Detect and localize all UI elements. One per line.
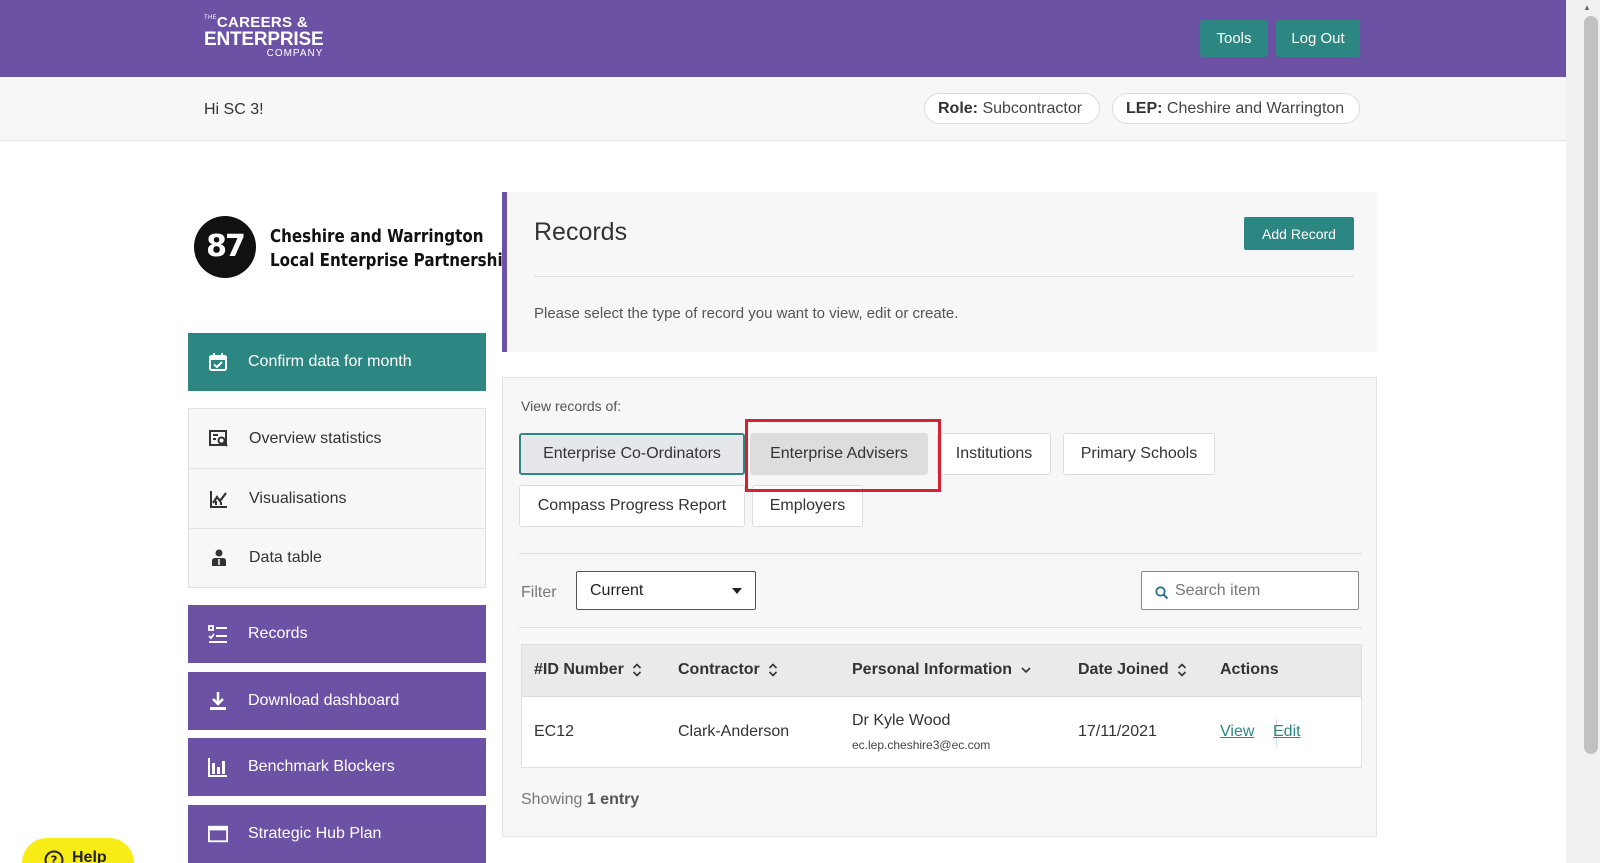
sidebar-item-label: Confirm data for month (248, 353, 412, 370)
showing-prefix: Showing (521, 791, 583, 808)
lep-value: Cheshire and Warrington (1166, 100, 1345, 117)
greeting: Hi SC 3! (204, 101, 264, 118)
person-icon (209, 548, 229, 568)
filter-selected-value: Current (590, 582, 644, 599)
calendar-check-icon (208, 352, 228, 372)
column-label: #ID Number (534, 661, 624, 678)
tab-primary-schools[interactable]: Primary Schools (1063, 433, 1215, 475)
filter-label: Filter (521, 584, 557, 601)
edit-link[interactable]: Edit (1273, 723, 1301, 741)
cell-contractor: Clark-Anderson (678, 723, 790, 740)
sidebar-item-label: Overview statistics (249, 429, 382, 447)
list-check-icon (208, 624, 228, 644)
search-icon (1154, 584, 1170, 600)
lep-logo: 87 Cheshire and Warrington Local Enterpr… (194, 216, 513, 278)
view-records-label: View records of: (521, 398, 622, 414)
divider (519, 627, 1362, 628)
scroll-up-arrow-icon[interactable]: ▲ (1583, 3, 1591, 12)
lep-name: Cheshire and Warrington Local Enterprise… (270, 225, 513, 273)
sidebar-item-label: Data table (249, 549, 322, 566)
entry-count: Showing 1 entry (521, 791, 639, 809)
careers-enterprise-logo[interactable]: THECAREERS & ENTERPRISE COMPANY (204, 15, 324, 59)
sort-icon (632, 663, 641, 677)
column-actions: Actions (1220, 661, 1279, 679)
column-label: Date Joined (1078, 661, 1169, 678)
help-label: Help (72, 849, 107, 863)
role-badge: Role: Subcontractor (924, 93, 1100, 124)
sort-icon (1177, 663, 1186, 677)
divider (519, 553, 1362, 554)
column-contractor[interactable]: Contractor (678, 661, 778, 679)
chart-line-icon (209, 489, 229, 509)
caret-down-icon (732, 588, 742, 594)
logo-enterprise: ENTERPRISE (204, 29, 324, 50)
lep-badge: LEP: Cheshire and Warrington (1112, 93, 1360, 124)
column-label: Actions (1220, 661, 1279, 678)
cell-id-number: EC12 (534, 723, 575, 740)
records-header-card: Records Add Record Please select the typ… (502, 192, 1377, 352)
lep-label: LEP: (1126, 100, 1163, 117)
lep-name-line2: Local Enterprise Partnership (270, 250, 514, 271)
showing-count: 1 entry (586, 791, 640, 808)
column-label: Contractor (678, 661, 760, 678)
column-personal-information[interactable]: Personal Information (852, 661, 1032, 679)
divider (534, 276, 1354, 277)
sidebar-item-data-table[interactable]: Data table (188, 528, 486, 588)
bar-chart-icon (208, 757, 228, 777)
add-record-button[interactable]: Add Record (1244, 217, 1354, 250)
view-link[interactable]: View (1220, 723, 1254, 741)
tab-institutions[interactable]: Institutions (937, 433, 1051, 475)
sidebar-item-strategic-hub-plan[interactable]: Strategic Hub Plan (188, 805, 486, 863)
column-date-joined[interactable]: Date Joined (1078, 661, 1187, 679)
help-button[interactable]: ? Help (22, 838, 134, 863)
annotation-highlight-box (745, 419, 941, 492)
sidebar-item-label: Strategic Hub Plan (248, 825, 382, 842)
sidebar-item-records[interactable]: Records (188, 605, 486, 663)
filter-select[interactable]: Current (576, 571, 756, 610)
search-box[interactable] (1141, 571, 1359, 610)
cell-date-joined: 17/11/2021 (1078, 723, 1157, 740)
records-panel: View records of: Enterprise Co-Ordinator… (502, 377, 1377, 837)
table-header: #ID Number Contractor Personal Informati… (522, 645, 1361, 697)
cell-person-name: Dr Kyle Wood (852, 712, 951, 729)
user-info-bar: Hi SC 3! Role: Subcontractor LEP: Cheshi… (0, 77, 1566, 141)
role-label: Role: (938, 100, 978, 117)
sidebar-item-overview-statistics[interactable]: Overview statistics (188, 408, 486, 468)
lep-name-line1: Cheshire and Warrington (270, 226, 484, 247)
sidebar-item-download-dashboard[interactable]: Download dashboard (188, 672, 486, 730)
sidebar-item-label: Benchmark Blockers (248, 758, 395, 775)
logo-company: COMPANY (266, 48, 324, 59)
sidebar-item-visualisations[interactable]: Visualisations (188, 468, 486, 528)
sidebar-item-label: Visualisations (249, 489, 347, 507)
logo-the: THE (204, 15, 217, 21)
svg-text:?: ? (51, 854, 58, 863)
records-table: #ID Number Contractor Personal Informati… (521, 644, 1362, 768)
window-icon (208, 824, 228, 844)
email-text: ec.lep.cheshire3@ec.com (852, 738, 991, 752)
tab-compass-progress-report[interactable]: Compass Progress Report (519, 485, 745, 527)
chevron-down-icon (1021, 667, 1031, 674)
column-label: Personal Information (852, 661, 1013, 678)
sidebar-item-label: Records (248, 625, 308, 642)
download-icon (208, 691, 228, 711)
search-document-icon (209, 429, 229, 449)
sort-icon (768, 663, 777, 677)
logout-button[interactable]: Log Out (1276, 20, 1360, 57)
search-input[interactable] (1175, 572, 1355, 609)
role-value: Subcontractor (982, 100, 1083, 117)
records-description: Please select the type of record you wan… (534, 305, 959, 322)
question-icon: ? (44, 850, 64, 863)
sidebar-item-benchmark-blockers[interactable]: Benchmark Blockers (188, 738, 486, 796)
tab-enterprise-coordinators[interactable]: Enterprise Co-Ordinators (519, 433, 745, 475)
sidebar-item-label: Download dashboard (248, 692, 400, 709)
sidebar-item-confirm-data[interactable]: Confirm data for month (188, 333, 486, 391)
column-id-number[interactable]: #ID Number (534, 661, 642, 679)
cell-person-email: ec.lep.cheshire3@ec.com (852, 736, 990, 754)
lep-mark: 87 (194, 216, 256, 278)
tools-button[interactable]: Tools (1200, 20, 1268, 57)
top-bar: THECAREERS & ENTERPRISE COMPANY Tools Lo… (0, 0, 1566, 77)
page-title: Records (534, 218, 628, 246)
scrollbar-thumb[interactable] (1584, 16, 1598, 754)
